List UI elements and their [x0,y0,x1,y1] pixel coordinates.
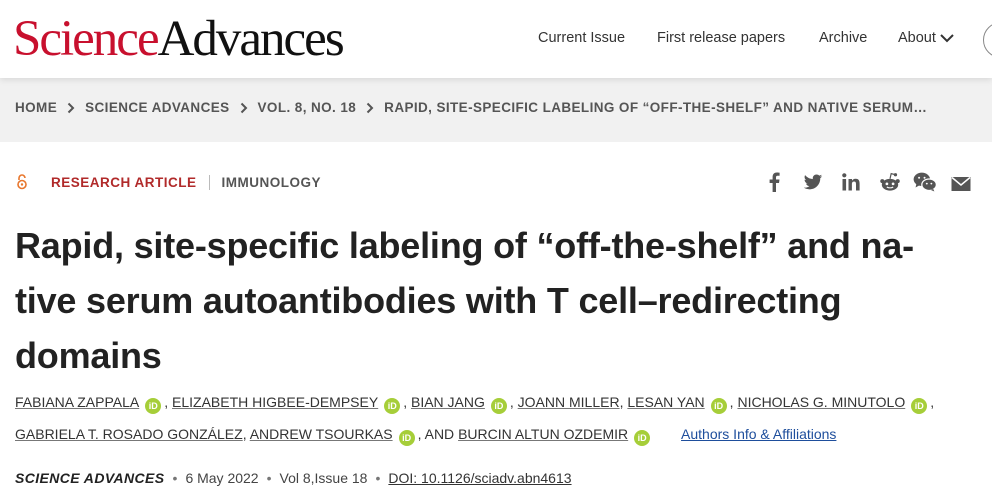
breadcrumb-current: RAPID, SITE-SPECIFIC LABELING OF “OFF-TH… [384,100,928,115]
breadcrumb: HOME SCIENCE ADVANCES VOL. 8, NO. 18 RAP… [15,100,927,115]
science-advances-logo[interactable]: ScienceAdvances [13,9,345,69]
author-link[interactable]: NICHOLAS G. MINUTOLO [737,394,905,410]
orcid-icon[interactable]: iD [911,398,928,414]
email-icon[interactable] [951,172,971,194]
nav-about-label: About [898,30,936,46]
article-title: Rapid, site-specific labeling of “off-th… [15,225,914,376]
reddit-icon[interactable] [879,172,901,194]
volume-issue[interactable]: Vol 8,Issue 18 [280,470,368,486]
author-link[interactable]: GABRIELA T. ROSADO GONZÁLEZ [15,426,243,442]
breadcrumb-home[interactable]: HOME [15,100,57,115]
nav-about[interactable]: About [898,30,954,50]
article-subject[interactable]: IMMUNOLOGY [222,175,322,190]
author-link[interactable]: JOANN MILLER [518,394,620,410]
breadcrumb-issue[interactable]: VOL. 8, NO. 18 [258,100,357,115]
orcid-icon[interactable]: iD [384,398,401,414]
author-link[interactable]: BURCIN ALTUN OZDEMIR [458,426,628,442]
author-link[interactable]: ELIZABETH HIGBEE-DEMPSEY [172,394,378,410]
chevron-down-icon [940,33,954,43]
orcid-icon[interactable]: iD [634,430,651,446]
article-type: RESEARCH ARTICLE [51,174,197,190]
twitter-icon[interactable] [803,172,823,194]
nav-first-release-papers[interactable]: First release papers [657,30,785,50]
article-meta: RESEARCH ARTICLE IMMUNOLOGY [15,172,321,192]
doi-link[interactable]: DOI: 10.1126/sciadv.abn4613 [388,470,571,486]
journal-name: SCIENCE ADVANCES [15,470,165,486]
wechat-icon[interactable] [913,172,937,194]
orcid-icon[interactable]: iD [710,398,727,414]
author-list: FABIANA ZAPPALA iD, ELIZABETH HIGBEE-DEMP… [15,386,975,450]
author-link[interactable]: BIAN JANG [411,394,485,410]
breadcrumb-journal[interactable]: SCIENCE ADVANCES [85,100,229,115]
author-link[interactable]: FABIANA ZAPPALA [15,394,139,410]
authors-affiliations-link[interactable]: Authors Info & Affiliations [681,426,836,442]
author-link[interactable]: LESAN YAN [627,394,704,410]
separator-dot: • [172,470,178,486]
orcid-icon[interactable]: iD [490,398,507,414]
linkedin-icon[interactable] [842,172,860,194]
chevron-right-icon [240,102,247,113]
breadcrumb-bar: HOME SCIENCE ADVANCES VOL. 8, NO. 18 RAP… [0,78,992,142]
divider [208,174,210,190]
chevron-right-icon [67,102,75,113]
separator-dot: • [266,470,272,486]
separator-dot: • [375,470,381,486]
citation-line: SCIENCE ADVANCES • 6 May 2022 • Vol 8,Is… [15,470,572,486]
open-access-icon [17,174,27,190]
author-and: , AND [417,426,455,442]
site-header: ScienceAdvances Current Issue First rele… [0,0,992,78]
orcid-icon[interactable]: iD [145,398,162,414]
nav-archive[interactable]: Archive [819,30,867,50]
chevron-right-icon [366,102,374,113]
user-account-button[interactable] [983,22,992,58]
publication-date: 6 May 2022 [185,470,259,486]
facebook-icon[interactable] [767,172,781,194]
nav-current-issue[interactable]: Current Issue [538,30,625,50]
author-link[interactable]: ANDREW TSOURKAS [250,426,393,442]
orcid-icon[interactable]: iD [398,430,415,446]
